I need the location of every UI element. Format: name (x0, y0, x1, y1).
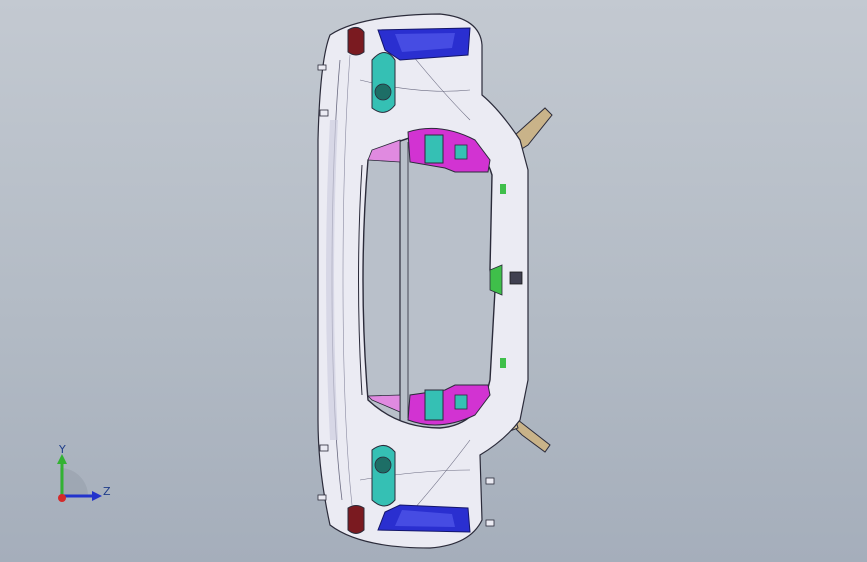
y-axis-label: Y (59, 443, 66, 456)
emblem-badge[interactable] (509, 271, 523, 285)
fog-lamp-upper[interactable] (371, 52, 396, 113)
license-plate-mount[interactable] (489, 264, 503, 296)
blue-trim-lower[interactable] (377, 504, 471, 533)
reflector-lower[interactable] (347, 505, 365, 534)
reflector-upper[interactable] (347, 26, 365, 56)
grille-opening[interactable] (358, 132, 496, 429)
z-axis-label: Z (103, 485, 111, 498)
triad-arc (60, 468, 88, 496)
z-axis-arrow (92, 491, 102, 501)
green-marker-lower[interactable] (500, 358, 506, 368)
origin-dot (58, 494, 66, 502)
bumper-3d-model[interactable] (0, 0, 867, 562)
green-marker-upper[interactable] (500, 184, 506, 194)
fog-lamp-lower[interactable] (371, 445, 396, 507)
graphics-viewport[interactable]: Y Z (0, 0, 867, 562)
